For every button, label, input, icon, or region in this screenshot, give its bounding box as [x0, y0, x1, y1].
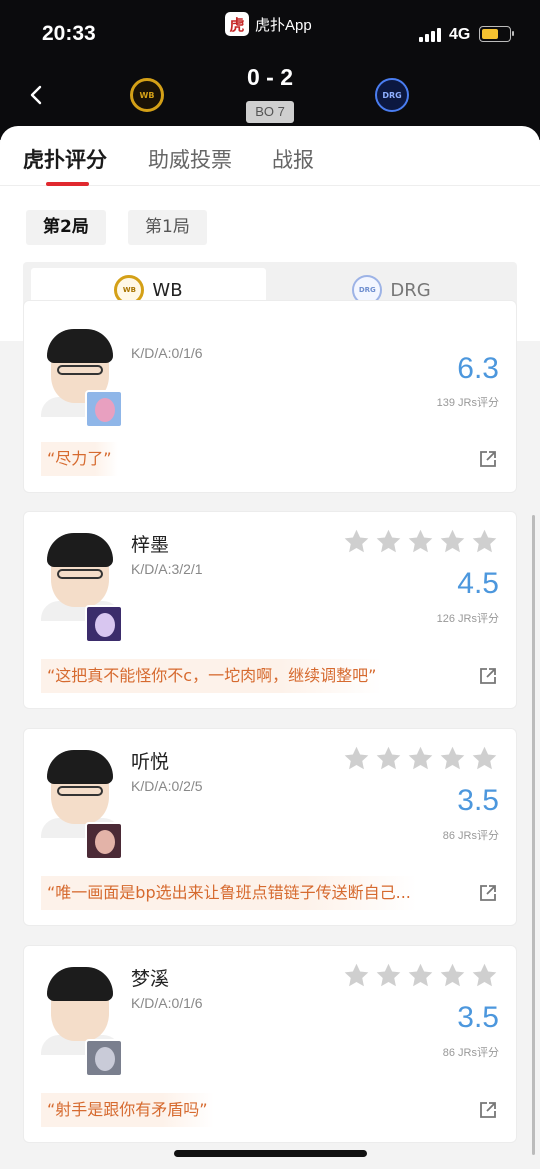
tab-support-vote[interactable]: 助威投票 — [148, 144, 232, 174]
top-comment[interactable]: “射手是跟你有矛盾吗” — [41, 1093, 214, 1127]
battery-icon — [479, 26, 514, 42]
player-card[interactable]: 梦溪 K/D/A:0/1/6 3.5 86 JRs评分 “射手是跟你有矛盾吗” — [23, 945, 517, 1143]
match-header: 20:33 虎 虎扑App 4G WB 0 - 2 BO 7 DRG — [0, 0, 540, 140]
team-name: WB — [152, 279, 183, 301]
star-icon[interactable] — [407, 528, 434, 555]
top-comment[interactable]: “尽力了” — [41, 442, 118, 476]
star-icon[interactable] — [471, 962, 498, 989]
player-rating: 3.5 — [457, 784, 499, 817]
rating-count: 139 JRs评分 — [436, 397, 499, 409]
match-format-badge: BO 7 — [246, 101, 294, 123]
game-1-button[interactable]: 第1局 — [128, 210, 207, 245]
share-icon[interactable] — [478, 666, 498, 686]
player-kda: K/D/A:0/1/6 — [131, 995, 203, 1011]
hero-avatar — [85, 390, 123, 428]
rating-count: 126 JRs评分 — [436, 613, 499, 625]
player-name: 梓墨 — [131, 534, 170, 556]
active-tab-indicator — [46, 182, 89, 186]
player-card[interactable]: K/D/A:0/1/6 6.3 139 JRs评分 “尽力了” — [23, 300, 517, 493]
player-rating: 6.3 — [457, 352, 499, 385]
star-icon[interactable] — [407, 745, 434, 772]
status-time: 20:33 — [42, 22, 96, 45]
star-icon[interactable] — [439, 962, 466, 989]
app-name: 虎扑App — [255, 16, 312, 34]
share-icon[interactable] — [478, 883, 498, 903]
star-rating-input[interactable] — [343, 745, 498, 772]
home-indicator[interactable] — [174, 1150, 367, 1157]
star-icon[interactable] — [471, 745, 498, 772]
player-name: 梦溪 — [131, 968, 170, 990]
player-kda: K/D/A:0/1/6 — [131, 345, 203, 361]
star-icon[interactable] — [375, 745, 402, 772]
star-icon[interactable] — [343, 745, 370, 772]
top-comment[interactable]: “唯一画面是bp选出来让鲁班点错链子传送断自己... — [41, 876, 417, 910]
rating-count: 86 JRs评分 — [442, 830, 499, 842]
match-score: 0 - 2 — [246, 64, 294, 90]
star-icon[interactable] — [375, 962, 402, 989]
player-kda: K/D/A:0/2/5 — [131, 778, 203, 794]
home-team-logo[interactable]: WB — [130, 78, 164, 112]
player-card[interactable]: 听悦 K/D/A:0/2/5 3.5 86 JRs评分 “唯一画面是bp选出来让… — [23, 728, 517, 926]
player-card[interactable]: 梓墨 K/D/A:3/2/1 4.5 126 JRs评分 “这把真不能怪你不c，… — [23, 511, 517, 709]
app-chip[interactable]: 虎 虎扑App — [225, 12, 312, 36]
star-icon[interactable] — [343, 528, 370, 555]
back-chevron-icon[interactable] — [26, 84, 48, 106]
away-team-logo[interactable]: DRG — [375, 78, 409, 112]
star-icon[interactable] — [407, 962, 434, 989]
hero-avatar — [85, 822, 123, 860]
player-rating: 3.5 — [457, 1001, 499, 1034]
share-icon[interactable] — [478, 1100, 498, 1120]
top-comment[interactable]: “这把真不能怪你不c，一坨肉啊，继续调整吧” — [41, 659, 383, 693]
tab-hupu-rating[interactable]: 虎扑评分 — [23, 144, 107, 174]
game-2-button[interactable]: 第2局 — [26, 210, 106, 245]
status-bar: 20:33 虎 虎扑App 4G — [0, 0, 540, 60]
scrollbar[interactable] — [532, 515, 535, 1155]
app-logo-icon: 虎 — [225, 12, 249, 36]
rating-count: 86 JRs评分 — [442, 1047, 499, 1059]
team-name: DRG — [390, 279, 431, 301]
signal-icon — [419, 28, 443, 42]
star-icon[interactable] — [375, 528, 402, 555]
player-rating: 4.5 — [457, 567, 499, 600]
hero-avatar — [85, 1039, 123, 1077]
network-type: 4G — [449, 26, 471, 43]
star-icon[interactable] — [439, 745, 466, 772]
tab-battle-report[interactable]: 战报 — [272, 144, 314, 174]
hero-avatar — [85, 605, 123, 643]
star-rating-input[interactable] — [343, 528, 498, 555]
star-rating-input[interactable] — [343, 962, 498, 989]
star-icon[interactable] — [343, 962, 370, 989]
player-kda: K/D/A:3/2/1 — [131, 561, 203, 577]
tab-bar: 虎扑评分 助威投票 战报 — [0, 126, 540, 186]
star-icon[interactable] — [471, 528, 498, 555]
share-icon[interactable] — [478, 449, 498, 469]
player-name: 听悦 — [131, 751, 170, 773]
star-icon[interactable] — [439, 528, 466, 555]
